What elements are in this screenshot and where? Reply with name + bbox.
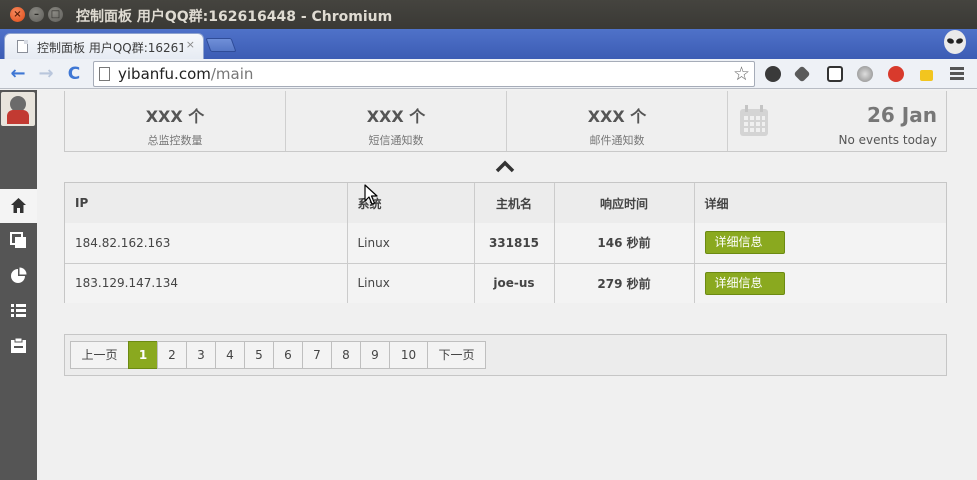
address-bar[interactable]: yibanfu.com/main ☆ (93, 61, 755, 87)
window-minimize-button[interactable]: – (29, 7, 44, 22)
column-header-detail[interactable]: 详细 (694, 183, 946, 223)
lock-extension-icon[interactable] (920, 70, 933, 81)
stat-total-monitors: XXX 个 总监控数量 (65, 91, 286, 151)
sidebar-item-home[interactable] (0, 189, 37, 223)
window-maximize-button[interactable]: □ (48, 7, 63, 22)
chrome-menu-icon[interactable] (950, 67, 964, 81)
page-button-4[interactable]: 4 (215, 341, 245, 369)
table-header-row: IP 系统 主机名 响应时间 详细 (65, 183, 946, 223)
calendar-icon (740, 105, 768, 136)
pagination: 上一页 1 2 3 4 5 6 7 8 9 10 下一页 (70, 341, 486, 369)
calendar-date: 26 Jan (867, 103, 937, 127)
extension-icon-2[interactable] (793, 65, 811, 83)
new-tab-button[interactable] (205, 38, 237, 52)
extension-icon-4[interactable] (857, 66, 873, 82)
cell-response-time: 279 秒前 (554, 262, 695, 303)
browser-toolbar: ← → C yibanfu.com/main ☆ (0, 59, 977, 89)
cell-system: Linux (347, 223, 475, 263)
server-table-panel: IP 系统 主机名 响应时间 详细 184.82.162.163 Linux 3… (64, 182, 947, 303)
window-title-bar: × – □ 控制面板 用户QQ群:162616448 - Chromium (0, 0, 977, 29)
page-button-9[interactable]: 9 (360, 341, 390, 369)
tab-close-button[interactable]: × (186, 38, 195, 51)
pagination-panel: 上一页 1 2 3 4 5 6 7 8 9 10 下一页 (64, 334, 947, 376)
incognito-profile-icon[interactable] (943, 29, 967, 57)
url-host: yibanfu.com (118, 65, 211, 83)
table-row: 184.82.162.163 Linux 331815 146 秒前 详细信息 (65, 223, 946, 263)
stat-email-notifications: XXX 个 邮件通知数 (507, 91, 728, 151)
clipboard-icon (11, 337, 26, 353)
column-header-response-time[interactable]: 响应时间 (554, 183, 695, 223)
page-button-7[interactable]: 7 (302, 341, 332, 369)
url-path: /main (210, 65, 254, 83)
page-button-10[interactable]: 10 (389, 341, 428, 369)
page-button-5[interactable]: 5 (244, 341, 274, 369)
forward-button[interactable]: → (35, 63, 57, 85)
window-title: 控制面板 用户QQ群:162616448 - Chromium (76, 9, 393, 25)
prev-page-button[interactable]: 上一页 (70, 341, 129, 369)
next-page-button[interactable]: 下一页 (427, 341, 486, 369)
adblock-extension-icon[interactable] (888, 66, 904, 82)
cell-hostname: joe-us (474, 262, 555, 303)
stat-label: 总监控数量 (147, 134, 203, 147)
cell-ip: 183.129.147.134 (65, 262, 348, 303)
page-button-2[interactable]: 2 (157, 341, 187, 369)
sidebar-item-clipboard[interactable] (0, 329, 37, 363)
back-button[interactable]: ← (7, 63, 29, 85)
stat-label: 邮件通知数 (589, 134, 645, 147)
sidebar-item-chart[interactable] (0, 259, 37, 293)
column-header-hostname[interactable]: 主机名 (474, 183, 555, 223)
copy-icon (10, 232, 26, 248)
column-header-ip[interactable]: IP (65, 183, 348, 223)
cell-ip: 184.82.162.163 (65, 223, 348, 263)
cell-response-time: 146 秒前 (554, 223, 695, 263)
pie-chart-icon (11, 267, 27, 283)
app-sidebar (0, 90, 37, 480)
page-button-6[interactable]: 6 (273, 341, 303, 369)
page-icon (99, 67, 110, 81)
extension-icon-3[interactable] (827, 66, 843, 82)
reload-button[interactable]: C (63, 63, 85, 85)
collapse-chevron-up-icon[interactable] (495, 160, 515, 174)
window-close-button[interactable]: × (10, 7, 25, 22)
cell-detail: 详细信息 (694, 262, 946, 303)
detail-info-button[interactable]: 详细信息 (704, 271, 785, 295)
main-content: XXX 个 总监控数量 XXX 个 短信通知数 XXX 个 邮件通知数 26 J… (37, 90, 977, 480)
sidebar-item-copy[interactable] (0, 224, 37, 258)
tab-strip: 控制面板 用户QQ群:16261 × (0, 29, 977, 59)
table-row: 183.129.147.134 Linux joe-us 279 秒前 详细信息 (65, 262, 946, 303)
extension-icon-1[interactable] (765, 66, 781, 82)
avatar[interactable] (1, 92, 35, 126)
list-icon (11, 304, 26, 317)
stat-label: 短信通知数 (368, 134, 424, 147)
cell-hostname: 331815 (474, 223, 555, 263)
stat-value: XXX 个 (366, 107, 426, 126)
cell-system: Linux (347, 262, 475, 303)
stat-value: XXX 个 (587, 107, 647, 126)
home-icon (11, 198, 26, 213)
tab-title: 控制面板 用户QQ群:16261 (37, 41, 183, 55)
stat-sms-notifications: XXX 个 短信通知数 (286, 91, 507, 151)
page-button-3[interactable]: 3 (186, 341, 216, 369)
page-button-8[interactable]: 8 (331, 341, 361, 369)
mouse-cursor-icon (364, 184, 378, 205)
calendar-events-text: No events today (838, 133, 938, 147)
page-button-1[interactable]: 1 (128, 341, 158, 369)
browser-tab-active[interactable]: 控制面板 用户QQ群:16261 × (4, 33, 204, 59)
server-table: IP 系统 主机名 响应时间 详细 184.82.162.163 Linux 3… (65, 183, 946, 303)
stat-value: XXX 个 (145, 107, 205, 126)
cell-detail: 详细信息 (694, 223, 946, 263)
bookmark-star-icon[interactable]: ☆ (733, 63, 750, 85)
sidebar-item-list[interactable] (0, 294, 37, 328)
stats-bar: XXX 个 总监控数量 XXX 个 短信通知数 XXX 个 邮件通知数 26 J… (64, 91, 947, 152)
url-text[interactable]: yibanfu.com/main (118, 65, 253, 83)
detail-info-button[interactable]: 详细信息 (704, 231, 785, 255)
calendar-widget: 26 Jan No events today (728, 91, 946, 151)
page-favicon-icon (17, 40, 28, 53)
